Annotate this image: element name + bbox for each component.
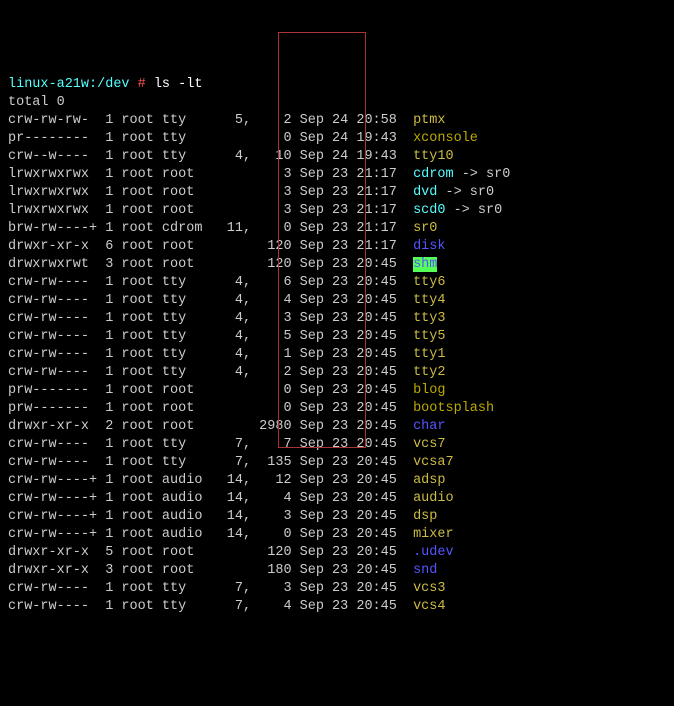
list-row: crw-rw---- 1 root tty 4, 6 Sep 23 20:45 … (8, 274, 666, 292)
file-adsp: adsp (413, 473, 445, 488)
file-cdrom: cdrom (413, 167, 454, 182)
file-audio: audio (413, 491, 454, 506)
list-row: crw-rw---- 1 root tty 4, 1 Sep 23 20:45 … (8, 346, 666, 364)
file-bootsplash: bootsplash (413, 401, 494, 416)
symlink-arrow: -> sr0 (437, 185, 494, 200)
file-.udev: .udev (413, 545, 454, 560)
file-vcs7: vcs7 (413, 437, 445, 452)
prompt-path: /dev (97, 77, 129, 92)
list-row: crw-rw----+ 1 root audio 14, 3 Sep 23 20… (8, 508, 666, 526)
symlink-arrow: -> sr0 (445, 203, 502, 218)
file-xconsole: xconsole (413, 131, 478, 146)
file-tty5: tty5 (413, 329, 445, 344)
list-row: prw------- 1 root root 0 Sep 23 20:45 bo… (8, 400, 666, 418)
list-row: crw-rw---- 1 root tty 7, 7 Sep 23 20:45 … (8, 436, 666, 454)
file-tty2: tty2 (413, 365, 445, 380)
file-disk: disk (413, 239, 445, 254)
file-vcs4: vcs4 (413, 599, 445, 614)
file-vcs3: vcs3 (413, 581, 445, 596)
file-char: char (413, 419, 445, 434)
file-shm: shm (413, 257, 437, 272)
terminal-output: linux-a21w:/dev # ls -lttotal 0crw-rw-rw… (8, 76, 666, 616)
file-scd0: scd0 (413, 203, 445, 218)
list-row: drwxr-xr-x 5 root root 120 Sep 23 20:45 … (8, 544, 666, 562)
list-row: lrwxrwxrwx 1 root root 3 Sep 23 21:17 sc… (8, 202, 666, 220)
list-row: crw-rw---- 1 root tty 7, 4 Sep 23 20:45 … (8, 598, 666, 616)
list-row: lrwxrwxrwx 1 root root 3 Sep 23 21:17 cd… (8, 166, 666, 184)
list-row: crw-rw---- 1 root tty 4, 5 Sep 23 20:45 … (8, 328, 666, 346)
file-tty6: tty6 (413, 275, 445, 290)
list-row: drwxr-xr-x 3 root root 180 Sep 23 20:45 … (8, 562, 666, 580)
prompt-host: linux-a21w: (8, 77, 97, 92)
file-tty3: tty3 (413, 311, 445, 326)
file-dvd: dvd (413, 185, 437, 200)
list-row: crw-rw---- 1 root tty 7, 3 Sep 23 20:45 … (8, 580, 666, 598)
file-tty10: tty10 (413, 149, 454, 164)
list-row: crw-rw---- 1 root tty 4, 2 Sep 23 20:45 … (8, 364, 666, 382)
list-row: crw-rw---- 1 root tty 4, 3 Sep 23 20:45 … (8, 310, 666, 328)
list-row: crw-rw----+ 1 root audio 14, 0 Sep 23 20… (8, 526, 666, 544)
list-row: drwxr-xr-x 6 root root 120 Sep 23 21:17 … (8, 238, 666, 256)
list-row: prw------- 1 root root 0 Sep 23 20:45 bl… (8, 382, 666, 400)
list-row: crw-rw-rw- 1 root tty 5, 2 Sep 24 20:58 … (8, 112, 666, 130)
file-vcsa7: vcsa7 (413, 455, 454, 470)
file-ptmx: ptmx (413, 113, 445, 128)
list-row: crw-rw---- 1 root tty 4, 4 Sep 23 20:45 … (8, 292, 666, 310)
file-blog: blog (413, 383, 445, 398)
file-mixer: mixer (413, 527, 454, 542)
file-dsp: dsp (413, 509, 437, 524)
symlink-arrow: -> sr0 (454, 167, 511, 182)
file-tty4: tty4 (413, 293, 445, 308)
file-snd: snd (413, 563, 437, 578)
list-row: crw-rw----+ 1 root audio 14, 4 Sep 23 20… (8, 490, 666, 508)
command-text: ls -lt (146, 77, 203, 92)
file-sr0: sr0 (413, 221, 437, 236)
prompt-line[interactable]: linux-a21w:/dev # ls -lt (8, 76, 666, 94)
list-row: crw-rw---- 1 root tty 7, 135 Sep 23 20:4… (8, 454, 666, 472)
total-line: total 0 (8, 94, 666, 112)
list-row: drwxrwxrwt 3 root root 120 Sep 23 20:45 … (8, 256, 666, 274)
list-row: crw--w---- 1 root tty 4, 10 Sep 24 19:43… (8, 148, 666, 166)
list-row: brw-rw----+ 1 root cdrom 11, 0 Sep 23 21… (8, 220, 666, 238)
list-row: pr-------- 1 root tty 0 Sep 24 19:43 xco… (8, 130, 666, 148)
file-tty1: tty1 (413, 347, 445, 362)
list-row: crw-rw----+ 1 root audio 14, 12 Sep 23 2… (8, 472, 666, 490)
list-row: lrwxrwxrwx 1 root root 3 Sep 23 21:17 dv… (8, 184, 666, 202)
prompt-hash: # (130, 77, 146, 92)
list-row: drwxr-xr-x 2 root root 2980 Sep 23 20:45… (8, 418, 666, 436)
